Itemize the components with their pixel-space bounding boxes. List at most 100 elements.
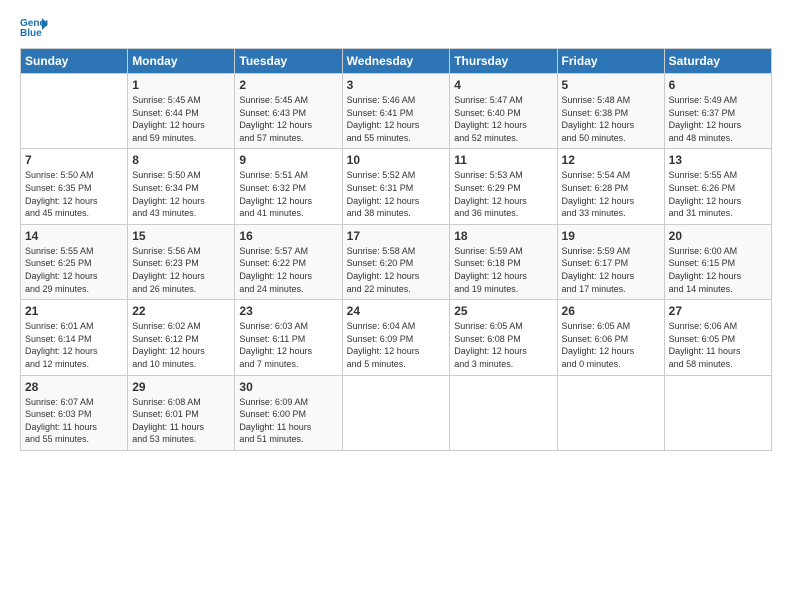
day-info: Sunrise: 5:52 AM Sunset: 6:31 PM Dayligh… [347,169,446,219]
week-row-4: 21 Sunrise: 6:01 AM Sunset: 6:14 PM Dayli… [21,300,772,375]
day-info: Sunrise: 5:48 AM Sunset: 6:38 PM Dayligh… [562,94,660,144]
day-info: Sunrise: 5:49 AM Sunset: 6:37 PM Dayligh… [669,94,767,144]
calendar-cell: 22 Sunrise: 6:02 AM Sunset: 6:12 PM Dayli… [128,300,235,375]
day-number: 19 [562,229,660,243]
day-info: Sunrise: 5:59 AM Sunset: 6:17 PM Dayligh… [562,245,660,295]
logo: General Blue [20,16,52,38]
day-info: Sunrise: 5:51 AM Sunset: 6:32 PM Dayligh… [239,169,337,219]
day-info: Sunrise: 5:59 AM Sunset: 6:18 PM Dayligh… [454,245,552,295]
day-number: 7 [25,153,123,167]
day-info: Sunrise: 5:47 AM Sunset: 6:40 PM Dayligh… [454,94,552,144]
calendar-cell: 5Sunrise: 5:48 AM Sunset: 6:38 PM Daylig… [557,74,664,149]
calendar-cell: 18 Sunrise: 5:59 AM Sunset: 6:18 PM Dayli… [450,224,557,299]
day-number: 21 [25,304,123,318]
day-info: Sunrise: 6:05 AM Sunset: 6:08 PM Dayligh… [454,320,552,370]
calendar-cell [664,375,771,450]
calendar-cell: 16 Sunrise: 5:57 AM Sunset: 6:22 PM Dayli… [235,224,342,299]
calendar-cell: 27 Sunrise: 6:06 AM Sunset: 6:05 PM Dayli… [664,300,771,375]
calendar-cell: 17 Sunrise: 5:58 AM Sunset: 6:20 PM Dayli… [342,224,450,299]
week-row-1: 1 Sunrise: 5:45 AM Sunset: 6:44 PM Daylig… [21,74,772,149]
day-info: Sunrise: 5:45 AM Sunset: 6:43 PM Dayligh… [239,94,337,144]
calendar-cell: 13 Sunrise: 5:55 AM Sunset: 6:26 PM Dayli… [664,149,771,224]
calendar-table: SundayMondayTuesdayWednesdayThursdayFrid… [20,48,772,451]
day-number: 23 [239,304,337,318]
calendar-cell: 21 Sunrise: 6:01 AM Sunset: 6:14 PM Dayli… [21,300,128,375]
day-number: 30 [239,380,337,394]
calendar-cell [342,375,450,450]
calendar-cell: 19 Sunrise: 5:59 AM Sunset: 6:17 PM Dayli… [557,224,664,299]
calendar-cell: 23 Sunrise: 6:03 AM Sunset: 6:11 PM Dayli… [235,300,342,375]
day-info: Sunrise: 5:58 AM Sunset: 6:20 PM Dayligh… [347,245,446,295]
day-number: 16 [239,229,337,243]
calendar-cell: 29Sunrise: 6:08 AM Sunset: 6:01 PM Dayli… [128,375,235,450]
day-info: Sunrise: 6:05 AM Sunset: 6:06 PM Dayligh… [562,320,660,370]
day-number: 14 [25,229,123,243]
day-number: 13 [669,153,767,167]
week-row-3: 14 Sunrise: 5:55 AM Sunset: 6:25 PM Dayli… [21,224,772,299]
col-header-friday: Friday [557,49,664,74]
calendar-cell: 6 Sunrise: 5:49 AM Sunset: 6:37 PM Daylig… [664,74,771,149]
calendar-cell: 24 Sunrise: 6:04 AM Sunset: 6:09 PM Dayli… [342,300,450,375]
col-header-sunday: Sunday [21,49,128,74]
day-info: Sunrise: 6:07 AM Sunset: 6:03 PM Dayligh… [25,396,123,446]
day-info: Sunrise: 5:50 AM Sunset: 6:35 PM Dayligh… [25,169,123,219]
day-info: Sunrise: 6:02 AM Sunset: 6:12 PM Dayligh… [132,320,230,370]
calendar-cell: 9 Sunrise: 5:51 AM Sunset: 6:32 PM Daylig… [235,149,342,224]
calendar-cell: 10 Sunrise: 5:52 AM Sunset: 6:31 PM Dayli… [342,149,450,224]
day-info: Sunrise: 5:46 AM Sunset: 6:41 PM Dayligh… [347,94,446,144]
day-info: Sunrise: 6:04 AM Sunset: 6:09 PM Dayligh… [347,320,446,370]
day-info: Sunrise: 6:09 AM Sunset: 6:00 PM Dayligh… [239,396,337,446]
calendar-cell: 2 Sunrise: 5:45 AM Sunset: 6:43 PM Daylig… [235,74,342,149]
calendar-cell: 30 Sunrise: 6:09 AM Sunset: 6:00 PM Dayli… [235,375,342,450]
col-header-wednesday: Wednesday [342,49,450,74]
day-info: Sunrise: 5:54 AM Sunset: 6:28 PM Dayligh… [562,169,660,219]
day-number: 17 [347,229,446,243]
header: General Blue [20,16,772,38]
col-header-thursday: Thursday [450,49,557,74]
day-info: Sunrise: 6:03 AM Sunset: 6:11 PM Dayligh… [239,320,337,370]
calendar-cell [557,375,664,450]
day-info: Sunrise: 6:06 AM Sunset: 6:05 PM Dayligh… [669,320,767,370]
calendar-cell: 14 Sunrise: 5:55 AM Sunset: 6:25 PM Dayli… [21,224,128,299]
calendar-cell: 1 Sunrise: 5:45 AM Sunset: 6:44 PM Daylig… [128,74,235,149]
day-info: Sunrise: 5:57 AM Sunset: 6:22 PM Dayligh… [239,245,337,295]
day-info: Sunrise: 5:55 AM Sunset: 6:25 PM Dayligh… [25,245,123,295]
day-info: Sunrise: 5:50 AM Sunset: 6:34 PM Dayligh… [132,169,230,219]
day-number: 25 [454,304,552,318]
day-number: 9 [239,153,337,167]
day-number: 22 [132,304,230,318]
calendar-cell: 3 Sunrise: 5:46 AM Sunset: 6:41 PM Daylig… [342,74,450,149]
day-info: Sunrise: 6:08 AM Sunset: 6:01 PM Dayligh… [132,396,230,446]
day-number: 27 [669,304,767,318]
day-info: Sunrise: 5:53 AM Sunset: 6:29 PM Dayligh… [454,169,552,219]
col-header-saturday: Saturday [664,49,771,74]
calendar-cell: 25 Sunrise: 6:05 AM Sunset: 6:08 PM Dayli… [450,300,557,375]
day-number: 26 [562,304,660,318]
day-number: 18 [454,229,552,243]
day-number: 1 [132,78,230,92]
day-info: Sunrise: 6:01 AM Sunset: 6:14 PM Dayligh… [25,320,123,370]
header-row: SundayMondayTuesdayWednesdayThursdayFrid… [21,49,772,74]
calendar-cell: 11Sunrise: 5:53 AM Sunset: 6:29 PM Dayli… [450,149,557,224]
calendar-cell: 8 Sunrise: 5:50 AM Sunset: 6:34 PM Daylig… [128,149,235,224]
day-number: 20 [669,229,767,243]
day-number: 24 [347,304,446,318]
day-number: 6 [669,78,767,92]
week-row-5: 28Sunrise: 6:07 AM Sunset: 6:03 PM Dayli… [21,375,772,450]
calendar-cell: 20 Sunrise: 6:00 AM Sunset: 6:15 PM Dayli… [664,224,771,299]
day-number: 2 [239,78,337,92]
day-info: Sunrise: 5:45 AM Sunset: 6:44 PM Dayligh… [132,94,230,144]
day-info: Sunrise: 5:55 AM Sunset: 6:26 PM Dayligh… [669,169,767,219]
calendar-cell: 7 Sunrise: 5:50 AM Sunset: 6:35 PM Daylig… [21,149,128,224]
svg-text:Blue: Blue [20,28,42,38]
page-container: General Blue SundayMondayTuesdayWednesda… [0,0,792,461]
day-number: 3 [347,78,446,92]
day-number: 10 [347,153,446,167]
calendar-cell [21,74,128,149]
day-info: Sunrise: 6:00 AM Sunset: 6:15 PM Dayligh… [669,245,767,295]
logo-icon: General Blue [20,16,48,38]
calendar-cell [450,375,557,450]
day-number: 8 [132,153,230,167]
day-number: 15 [132,229,230,243]
day-info: Sunrise: 5:56 AM Sunset: 6:23 PM Dayligh… [132,245,230,295]
